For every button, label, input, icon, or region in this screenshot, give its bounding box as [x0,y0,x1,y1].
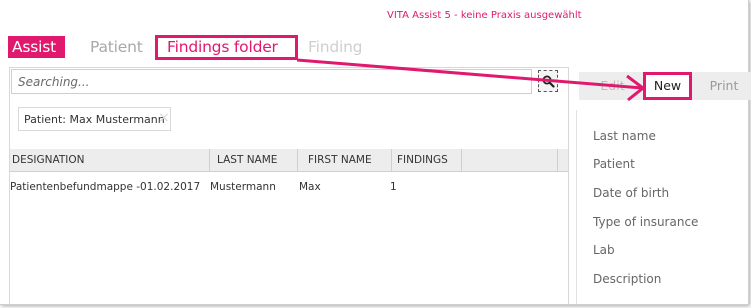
column-header-first-name[interactable]: FIRST NAME [298,149,392,171]
table-header: DESIGNATION LAST NAME FIRST NAME FINDING… [10,149,568,172]
cell-designation: Patientenbefundmappe -01.02.2017 [10,181,201,193]
tab-finding[interactable]: Finding [308,36,363,58]
field-label-lab: Lab [593,243,615,257]
edit-button[interactable]: Edit [590,72,635,100]
field-label-date-of-birth: Date of birth [593,186,670,200]
tab-assist[interactable]: Assist [8,36,65,58]
field-label-last-name: Last name [593,129,656,143]
patient-filter-chip[interactable]: Patient: Max Mustermann [18,107,171,131]
column-header-filler [558,149,568,171]
column-header-designation[interactable]: DESIGNATION [10,149,210,171]
column-header-last-name[interactable]: LAST NAME [210,149,298,171]
cell-first-name: Max [299,181,321,193]
cell-last-name: Mustermann [210,181,276,193]
search-button[interactable] [538,70,558,92]
details-divider [576,110,577,304]
title-bar: VITA Assist 5 - keine Praxis ausgewählt [0,0,748,32]
app-window: VITA Assist 5 - keine Praxis ausgewählt … [0,0,751,305]
tab-patient[interactable]: Patient [90,36,143,58]
print-button[interactable]: Print [702,72,746,100]
search-icon [542,75,555,88]
filter-chip-label: Patient: Max Mustermann [24,113,165,126]
field-label-patient: Patient [593,157,635,171]
column-header-empty [462,149,558,171]
field-label-description: Description [593,272,662,286]
field-label-type-of-insurance: Type of insurance [593,215,699,229]
cell-findings: 1 [390,181,397,193]
findings-folder-highlight [155,35,298,60]
column-header-findings[interactable]: FINDINGS [392,149,462,171]
new-button[interactable]: New [643,72,692,100]
close-icon[interactable]: × [158,110,170,126]
search-input[interactable] [11,69,532,94]
window-title: VITA Assist 5 - keine Praxis ausgewählt [387,10,582,21]
